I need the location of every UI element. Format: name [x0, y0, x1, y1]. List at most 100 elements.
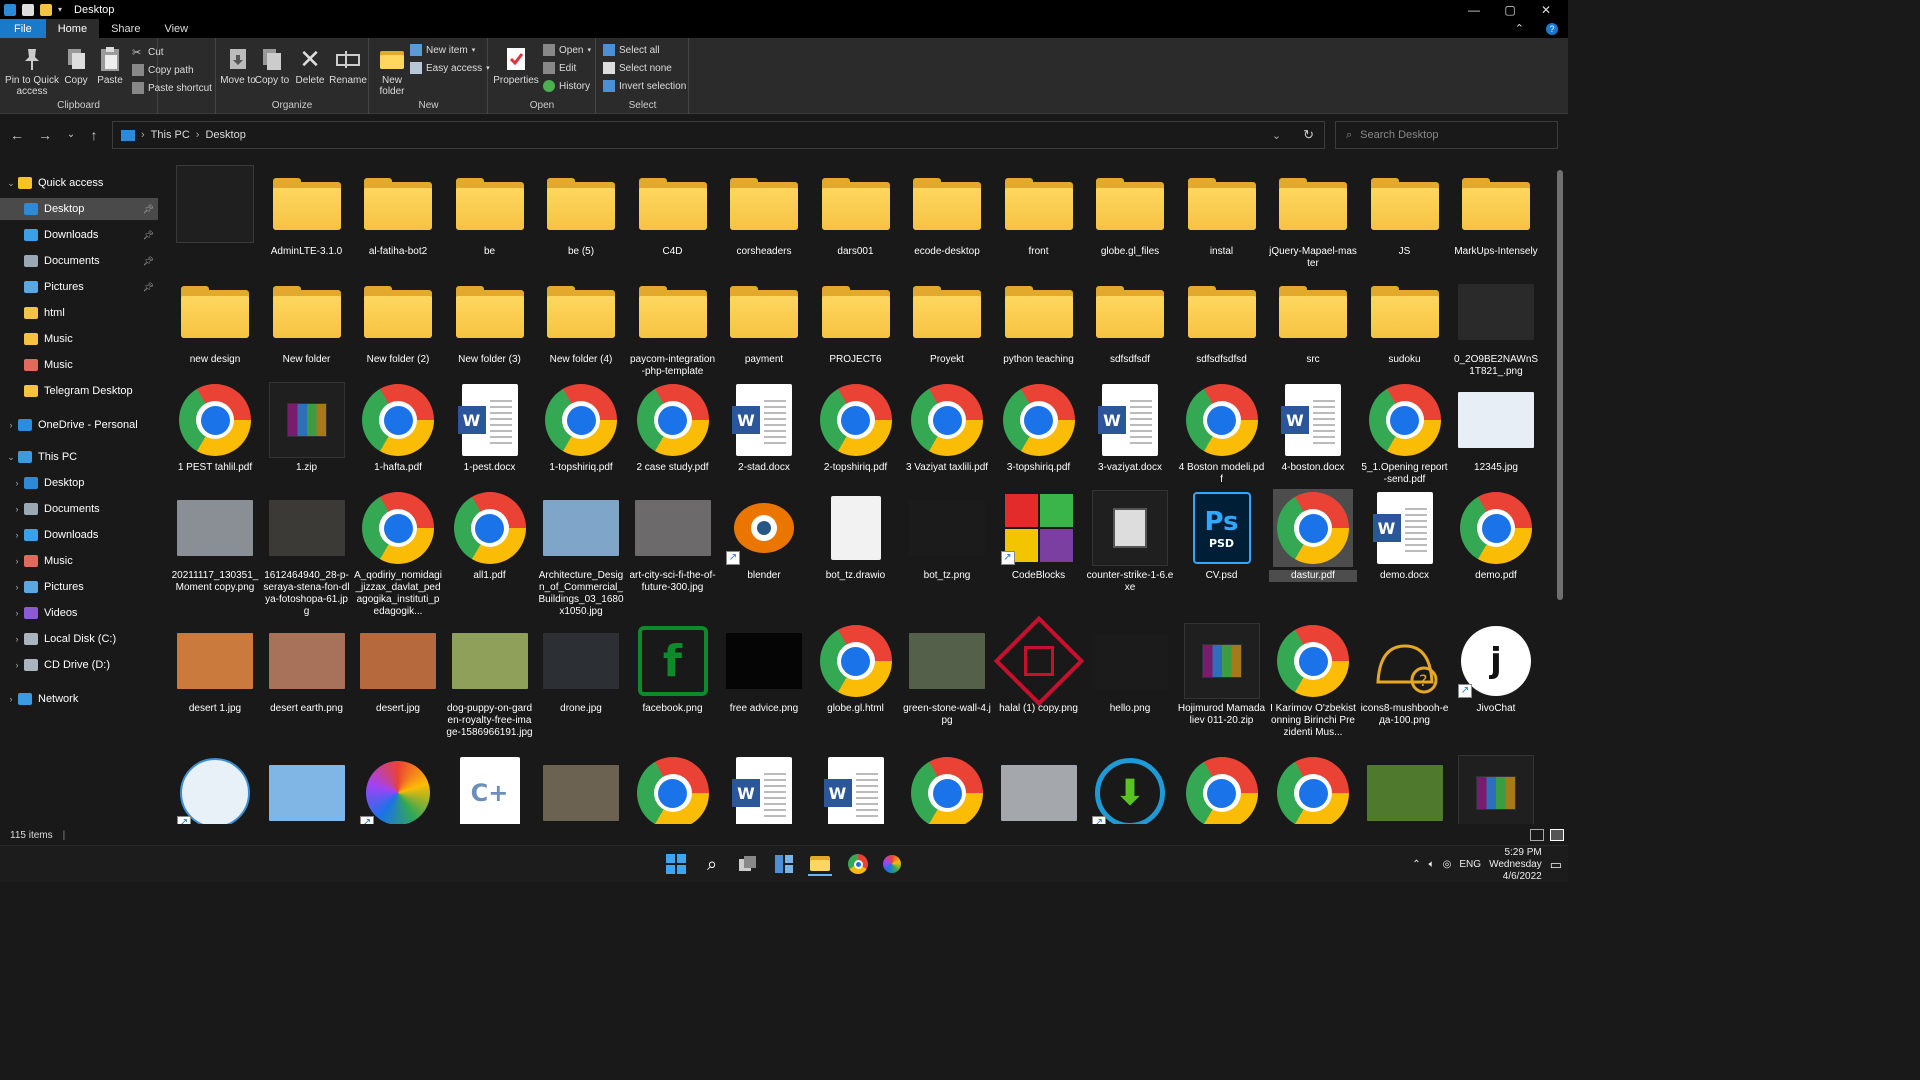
file-item[interactable]: W — [812, 754, 900, 824]
file-item[interactable]: dastur.pdf — [1269, 489, 1357, 582]
photos-taskbar-icon[interactable] — [880, 852, 904, 876]
show-hidden-icons-chevron-icon[interactable]: ⌃ — [1412, 859, 1420, 870]
edit-button[interactable]: Edit — [543, 61, 576, 75]
file-item[interactable]: payment — [720, 273, 808, 366]
expand-chevron-icon[interactable]: › — [4, 420, 18, 430]
language-indicator[interactable]: ENG — [1459, 859, 1481, 870]
explorer-icon[interactable] — [4, 3, 16, 16]
file-item[interactable]: 12345.jpg — [1452, 381, 1540, 474]
expand-chevron-icon[interactable]: ⌄ — [4, 178, 18, 189]
start-windows-icon[interactable] — [664, 852, 688, 876]
file-item[interactable]: 0_2O9BE2NAWnS1T821_.png — [1452, 273, 1540, 378]
select-none-button[interactable]: Select none — [603, 61, 672, 75]
file-item[interactable]: be (5) — [537, 165, 625, 258]
sidebar-item[interactable]: › CD Drive (D:) — [0, 654, 158, 676]
chrome-taskbar-icon[interactable] — [846, 852, 870, 876]
properties-quick-icon[interactable] — [22, 3, 34, 16]
sidebar-item[interactable]: Documents 📌︎ — [0, 250, 158, 272]
details-view-icon[interactable] — [1530, 829, 1544, 841]
sidebar-item[interactable]: Music — [0, 328, 158, 350]
file-item[interactable] — [995, 754, 1083, 824]
close-button[interactable]: ✕ — [1524, 0, 1568, 19]
sidebar-item[interactable]: › Local Disk (C:) — [0, 628, 158, 650]
rename-button[interactable]: Rename — [328, 46, 368, 86]
file-item[interactable]: desert 1.jpg — [171, 622, 259, 715]
file-item[interactable]: green-stone-wall-4.jpg — [903, 622, 991, 727]
file-item[interactable]: sdfsdfsdf — [1086, 273, 1174, 366]
file-item[interactable]: ↗ CodeBlocks — [995, 489, 1083, 582]
file-item[interactable]: hello.png — [1086, 622, 1174, 715]
file-item[interactable]: 4 Boston modeli.pdf — [1178, 381, 1266, 486]
breadcrumb-separator-icon[interactable]: › — [196, 129, 200, 141]
file-item[interactable]: j ↗ JivoChat — [1452, 622, 1540, 715]
file-item[interactable]: 3-topshiriq.pdf — [995, 381, 1083, 474]
breadcrumb-this-pc[interactable]: This PC — [151, 129, 190, 141]
file-item[interactable] — [171, 165, 259, 246]
sidebar-item[interactable]: › Network — [0, 688, 158, 710]
help-icon[interactable]: ? — [1536, 19, 1568, 38]
file-item[interactable]: W 2-stad.docx — [720, 381, 808, 474]
breadcrumb-separator-icon[interactable]: › — [141, 129, 145, 141]
sidebar-item[interactable]: html — [0, 302, 158, 324]
file-explorer-taskbar-icon[interactable] — [808, 852, 832, 876]
file-item[interactable]: corsheaders — [720, 165, 808, 258]
file-item[interactable]: counter-strike-1-6.exe — [1086, 489, 1174, 594]
file-item[interactable]: 2-topshiriq.pdf — [812, 381, 900, 474]
open-button[interactable]: Open ▾ — [543, 43, 591, 57]
file-item[interactable]: C+ — [446, 754, 534, 824]
file-item[interactable]: 20211117_130351_Moment copy.png — [171, 489, 259, 594]
file-item[interactable]: al-fatiha-bot2 — [354, 165, 442, 258]
file-item[interactable]: desert earth.png — [263, 622, 351, 715]
large-icons-view-icon[interactable] — [1550, 829, 1564, 841]
new-folder-quick-icon[interactable] — [40, 3, 52, 16]
file-item[interactable]: W 4-boston.docx — [1269, 381, 1357, 474]
sidebar-item[interactable]: Downloads 📌︎ — [0, 224, 158, 246]
tab-home[interactable]: Home — [45, 19, 100, 38]
invert-selection-button[interactable]: Invert selection — [603, 79, 686, 93]
file-item[interactable]: C4D — [629, 165, 717, 258]
expand-chevron-icon[interactable]: › — [10, 660, 24, 670]
expand-chevron-icon[interactable]: › — [10, 530, 24, 540]
recent-locations-chevron-icon[interactable]: ⌄ — [62, 129, 80, 140]
file-item[interactable]: Ps PSD CV.psd — [1178, 489, 1266, 582]
refresh-icon[interactable]: ↻ — [1303, 127, 1314, 143]
back-arrow-icon[interactable]: ← — [8, 127, 26, 143]
file-item[interactable]: new design — [171, 273, 259, 366]
file-item[interactable]: New folder (4) — [537, 273, 625, 366]
file-item[interactable]: all1.pdf — [446, 489, 534, 582]
file-item[interactable]: 3 Vaziyat taxlili.pdf — [903, 381, 991, 474]
file-item[interactable]: AdminLTE-3.1.0 — [263, 165, 351, 258]
file-item[interactable] — [263, 754, 351, 824]
sidebar-item[interactable]: › Videos — [0, 602, 158, 624]
file-item[interactable]: halal (1) copy.png — [993, 615, 1084, 715]
file-item[interactable]: dars001 — [812, 165, 900, 258]
expand-chevron-icon[interactable]: › — [10, 556, 24, 566]
new-item-button[interactable]: New item ▾ — [410, 43, 475, 57]
sidebar-item[interactable]: Pictures 📌︎ — [0, 276, 158, 298]
file-item[interactable]: W 1-pest.docx — [446, 381, 534, 474]
scrollbar-thumb[interactable] — [1557, 170, 1563, 600]
file-item[interactable]: globe.gl.html — [812, 622, 900, 715]
paste-shortcut-button[interactable]: Paste shortcut — [132, 81, 212, 95]
network-globe-icon[interactable]: ◎ — [1443, 859, 1452, 870]
tab-share[interactable]: Share — [99, 19, 152, 38]
speaker-icon[interactable]: 🔈︎ — [1429, 859, 1435, 870]
sidebar-item[interactable]: › Pictures — [0, 576, 158, 598]
sidebar-item[interactable]: › Downloads — [0, 524, 158, 546]
address-box[interactable]: › This PC › Desktop ⌄ ↻ — [112, 121, 1325, 149]
history-button[interactable]: History — [543, 79, 590, 93]
ribbon-collapse-icon[interactable]: ⌃ — [1503, 19, 1536, 38]
file-item[interactable]: ecode-desktop — [903, 165, 991, 258]
expand-chevron-icon[interactable]: › — [10, 608, 24, 618]
sidebar-item[interactable]: Desktop 📌︎ — [0, 198, 158, 220]
file-item[interactable]: sudoku — [1361, 273, 1449, 366]
file-item[interactable] — [1361, 754, 1449, 824]
file-item[interactable]: 1.zip — [263, 381, 351, 474]
file-item[interactable]: src — [1269, 273, 1357, 366]
notifications-icon[interactable]: ▭ — [1550, 857, 1562, 873]
file-item[interactable]: 5_1.Opening report-send.pdf — [1361, 381, 1449, 486]
vertical-scrollbar[interactable] — [1555, 160, 1565, 824]
file-item[interactable] — [1269, 754, 1357, 824]
delete-button[interactable]: ✕ Delete — [292, 46, 328, 87]
tab-view[interactable]: View — [152, 19, 200, 38]
